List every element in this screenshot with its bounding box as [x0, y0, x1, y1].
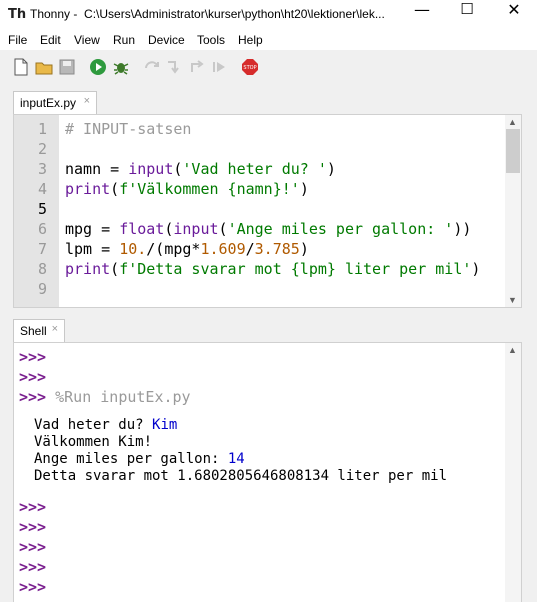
menu-run[interactable]: Run — [113, 33, 135, 47]
shell-output-line: Välkommen Kim! — [34, 434, 152, 450]
menu-device[interactable]: Device — [148, 33, 185, 47]
app-name: Thonny — [30, 7, 71, 21]
editor-tab-row: inputEx.py × — [0, 84, 537, 114]
toolbar: STOP — [0, 50, 537, 84]
shell-output-line: Vad heter du? Kim — [34, 417, 177, 433]
shell-prompt: >>> — [19, 578, 47, 596]
shell-tab-close-icon[interactable]: × — [52, 323, 58, 335]
resume-icon[interactable] — [210, 58, 228, 76]
step-into-icon[interactable] — [165, 58, 183, 76]
menu-view[interactable]: View — [74, 33, 100, 47]
shell-prompt: >>> — [19, 388, 47, 406]
scrollbar-thumb[interactable] — [506, 129, 520, 173]
output-text: Vad heter du? — [34, 417, 153, 433]
title-bar: Th Thonny - C:\Users\Administrator\kurse… — [0, 0, 537, 30]
menu-tools[interactable]: Tools — [197, 33, 225, 47]
shell-tab-label: Shell — [20, 324, 47, 338]
line-number: 2 — [37, 140, 47, 158]
shell-prompt: >>> — [19, 368, 47, 386]
scroll-up-icon[interactable]: ▲ — [508, 345, 517, 355]
shell-tab-row: Shell × — [0, 314, 537, 342]
step-out-icon[interactable] — [188, 58, 206, 76]
save-icon[interactable] — [58, 58, 76, 76]
tab-close-icon[interactable]: × — [84, 95, 90, 107]
scroll-down-icon[interactable]: ▼ — [508, 295, 517, 305]
menu-help[interactable]: Help — [238, 33, 263, 47]
shell-scrollbar[interactable]: ▲ — [505, 343, 521, 602]
line-number: 3 — [37, 160, 47, 178]
code-line: lpm = 10./(mpg*1.609/3.785) — [65, 240, 309, 258]
code-line: print(f'Välkommen {namn}!') — [65, 180, 309, 198]
line-number-gutter: 1 2 3 4 5 6 7 8 9 — [14, 115, 59, 307]
tab-shell[interactable]: Shell × — [13, 319, 65, 342]
minimize-button[interactable]: — — [399, 0, 445, 30]
tab-label: inputEx.py — [20, 96, 77, 110]
tab-inputex[interactable]: inputEx.py × — [13, 91, 97, 114]
new-file-icon[interactable] — [12, 58, 30, 76]
stop-icon[interactable]: STOP — [241, 58, 259, 76]
svg-text:STOP: STOP — [243, 65, 256, 71]
line-number: 6 — [37, 220, 47, 238]
shell-prompt: >>> — [19, 538, 47, 556]
code-line: mpg = float(input('Ange miles per gallon… — [65, 220, 472, 238]
menu-file[interactable]: File — [8, 33, 27, 47]
output-text: Välkommen Kim! — [34, 434, 153, 450]
run-command: %Run inputEx.py — [55, 388, 191, 406]
run-icon[interactable] — [89, 58, 107, 76]
output-text: Detta svarar mot 1.6802805646808134 lite… — [34, 468, 448, 484]
file-path: C:\Users\Administrator\kurser\python\ht2… — [84, 7, 385, 21]
scroll-up-icon[interactable]: ▲ — [508, 117, 517, 127]
shell-output-line: Ange miles per gallon: 14 — [34, 451, 245, 467]
shell-prompt: >>> — [19, 558, 47, 576]
menu-bar: File Edit View Run Device Tools Help — [0, 30, 537, 50]
window-title: Thonny - C:\Users\Administrator\kurser\p… — [30, 7, 385, 21]
debug-icon[interactable] — [112, 58, 130, 76]
step-over-icon[interactable] — [143, 58, 161, 76]
code-editor[interactable]: 1 2 3 4 5 6 7 8 9 # INPUT-satsen namn = … — [13, 114, 522, 308]
editor-scrollbar[interactable]: ▲ ▼ — [505, 115, 521, 307]
shell-prompt: >>> — [19, 518, 47, 536]
shell-console[interactable]: >>> >>> >>> %Run inputEx.py Vad heter du… — [13, 342, 522, 602]
shell-prompt: >>> — [19, 348, 47, 366]
shell-run-line: >>> %Run inputEx.py — [19, 388, 191, 406]
user-input-text: 14 — [227, 451, 245, 467]
close-button[interactable]: ✕ — [491, 0, 537, 30]
line-number: 4 — [37, 180, 47, 198]
code-line: # INPUT-satsen — [65, 120, 192, 138]
line-number: 1 — [37, 120, 47, 138]
line-number: 8 — [37, 260, 47, 278]
line-number: 7 — [37, 240, 47, 258]
output-text: Ange miles per gallon: — [34, 451, 228, 467]
maximize-button[interactable]: ☐ — [444, 0, 490, 30]
open-folder-icon[interactable] — [35, 58, 53, 76]
line-number-current: 5 — [37, 200, 47, 218]
code-line: print(f'Detta svarar mot {lpm} liter per… — [65, 260, 481, 278]
line-number: 9 — [37, 280, 47, 298]
thonny-logo-icon: Th — [8, 7, 27, 22]
shell-output-line: Detta svarar mot 1.6802805646808134 lite… — [34, 468, 447, 484]
code-line: namn = input('Vad heter du? ') — [65, 160, 336, 178]
shell-prompt: >>> — [19, 498, 47, 516]
user-input-text: Kim — [152, 417, 178, 433]
menu-edit[interactable]: Edit — [40, 33, 61, 47]
